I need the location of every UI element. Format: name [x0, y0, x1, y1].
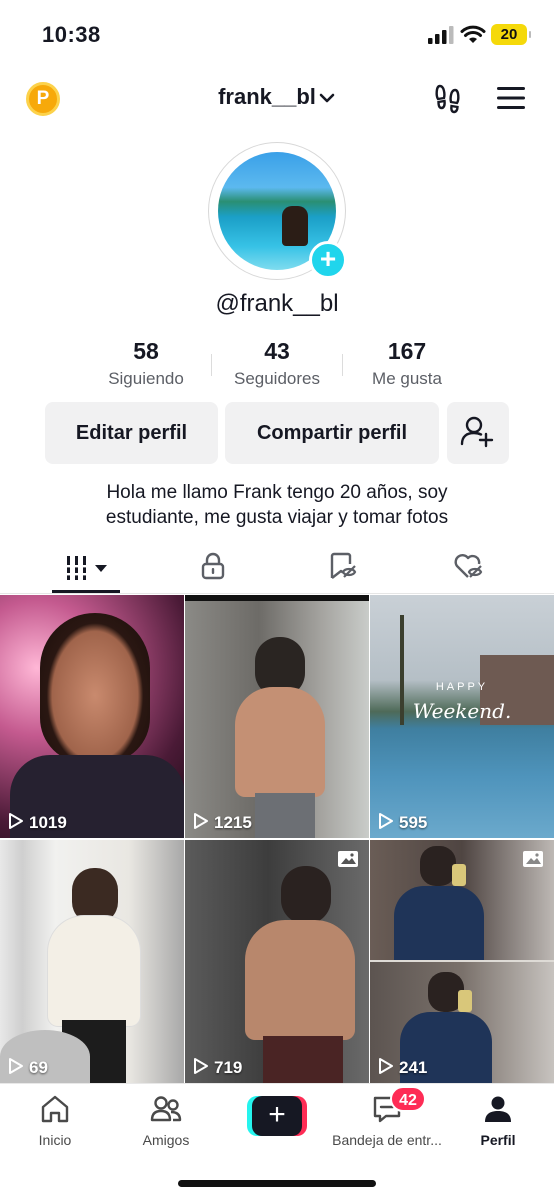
- view-count: 241: [378, 1057, 427, 1078]
- stat-likes[interactable]: 167 Me gusta: [342, 338, 472, 389]
- header-username: frank__bl: [218, 84, 316, 109]
- view-count-value: 1215: [214, 813, 252, 832]
- nav-home[interactable]: Inicio: [0, 1092, 110, 1148]
- photo-post-icon: [338, 851, 358, 867]
- edit-profile-button[interactable]: Editar perfil: [45, 402, 218, 464]
- tab-active-indicator: [52, 590, 120, 593]
- play-icon: [379, 1058, 393, 1074]
- nav-friends-label: Amigos: [142, 1132, 190, 1148]
- bio-line: estudiante, me gusta viajar y tomar foto…: [105, 507, 449, 528]
- home-indicator: [178, 1180, 376, 1187]
- play-icon: [379, 813, 393, 829]
- stat-following-value: 58: [133, 338, 159, 364]
- view-count: 69: [8, 1057, 48, 1078]
- thumbnail-shorts: [255, 793, 315, 838]
- thumbnail-hoodie: [48, 916, 140, 1026]
- play-icon: [9, 813, 23, 829]
- play-icon: [194, 1058, 208, 1074]
- tab-private[interactable]: [144, 548, 282, 594]
- video-thumbnail[interactable]: 69: [0, 840, 184, 1083]
- view-count: 595: [378, 812, 427, 833]
- stat-likes-label: Me gusta: [372, 369, 442, 388]
- view-count-value: 595: [399, 813, 428, 832]
- view-count: 719: [193, 1057, 242, 1078]
- status-time: 10:38: [42, 22, 101, 47]
- home-icon: [41, 1095, 69, 1123]
- nav-profile-label: Perfil: [480, 1132, 516, 1148]
- nav-home-label: Inicio: [38, 1132, 72, 1148]
- profile-header: P frank__bl: [0, 74, 554, 122]
- chevron-down-icon: [319, 93, 335, 103]
- avatar-person: [282, 206, 308, 246]
- tab-liked[interactable]: [400, 548, 538, 594]
- video-thumbnail[interactable]: 1215: [185, 595, 369, 838]
- video-thumbnail[interactable]: 1019: [0, 595, 184, 838]
- thumbnail-shorts: [263, 1036, 343, 1083]
- add-friends-button[interactable]: [447, 402, 509, 464]
- plus-icon: +: [252, 1096, 302, 1136]
- video-grid: 1019 1215 HAPPY Weekend. 595 69 719 241: [0, 595, 554, 1083]
- tab-videos[interactable]: [17, 548, 155, 594]
- view-count-value: 719: [214, 1058, 243, 1077]
- add-avatar-plus-icon[interactable]: +: [309, 241, 347, 279]
- stat-likes-value: 167: [387, 338, 427, 364]
- overlay-happy-text: HAPPY: [435, 681, 489, 693]
- nav-friends[interactable]: Amigos: [111, 1092, 221, 1148]
- profile-bio: Hola me llamo Frank tengo 20 años, soy e…: [0, 480, 554, 530]
- photo-post-icon: [523, 851, 543, 867]
- bookmark-hidden-icon: [330, 552, 357, 579]
- status-bar: 10:38 20: [0, 0, 554, 70]
- thumbnail-torso: [245, 920, 355, 1040]
- thumbnail-face: [40, 613, 150, 763]
- stat-following[interactable]: 58 Siguiendo: [81, 338, 211, 389]
- tab-reposts[interactable]: [272, 548, 410, 594]
- play-icon: [9, 1058, 23, 1074]
- stat-followers[interactable]: 43 Seguidores: [212, 338, 342, 389]
- thumbnail-torso: [235, 687, 325, 797]
- wifi-icon: [460, 25, 486, 43]
- profile-stats: 58 Siguiendo 43 Seguidores 167 Me gusta: [0, 338, 554, 394]
- battery-icon: 20: [491, 24, 531, 45]
- bio-line: Hola me llamo Frank tengo 20 años, soy: [106, 482, 448, 503]
- share-profile-button[interactable]: Compartir perfil: [225, 402, 439, 464]
- account-switcher[interactable]: frank__bl: [0, 84, 554, 110]
- view-count-value: 241: [399, 1058, 428, 1077]
- inbox-badge: 42: [390, 1086, 426, 1112]
- lock-icon: [201, 552, 225, 580]
- videos-grid-icon: [65, 556, 107, 580]
- play-icon: [194, 813, 208, 829]
- thumbnail-topbar: [185, 595, 369, 601]
- view-count: 1019: [8, 812, 67, 833]
- thumbnail-head: [281, 866, 331, 924]
- video-thumbnail[interactable]: 241: [370, 840, 554, 1083]
- video-thumbnail[interactable]: HAPPY Weekend. 595: [370, 595, 554, 838]
- stat-followers-label: Seguidores: [233, 369, 320, 388]
- overlay-weekend-text: Weekend.: [412, 699, 512, 723]
- view-count: 1215: [193, 812, 252, 833]
- profile-tabs: [0, 548, 554, 594]
- profile-icon: [485, 1096, 511, 1122]
- cellular-signal-icon: [428, 26, 454, 44]
- video-thumbnail[interactable]: 719: [185, 840, 369, 1083]
- heart-hidden-icon: [454, 554, 483, 578]
- stat-followers-value: 43: [264, 338, 290, 364]
- profile-handle: @frank__bl: [215, 290, 339, 317]
- view-count-value: 69: [29, 1058, 48, 1077]
- view-count-value: 1019: [29, 813, 67, 832]
- hamburger-menu-icon[interactable]: [496, 86, 526, 110]
- stat-following-label: Siguiendo: [108, 369, 184, 388]
- nav-inbox-label: Bandeja de entr...: [332, 1132, 442, 1148]
- create-button[interactable]: +: [247, 1096, 307, 1136]
- nav-profile[interactable]: Perfil: [443, 1092, 553, 1148]
- footprints-icon[interactable]: [432, 82, 464, 114]
- friends-icon: [150, 1096, 182, 1122]
- add-person-icon: [460, 416, 494, 448]
